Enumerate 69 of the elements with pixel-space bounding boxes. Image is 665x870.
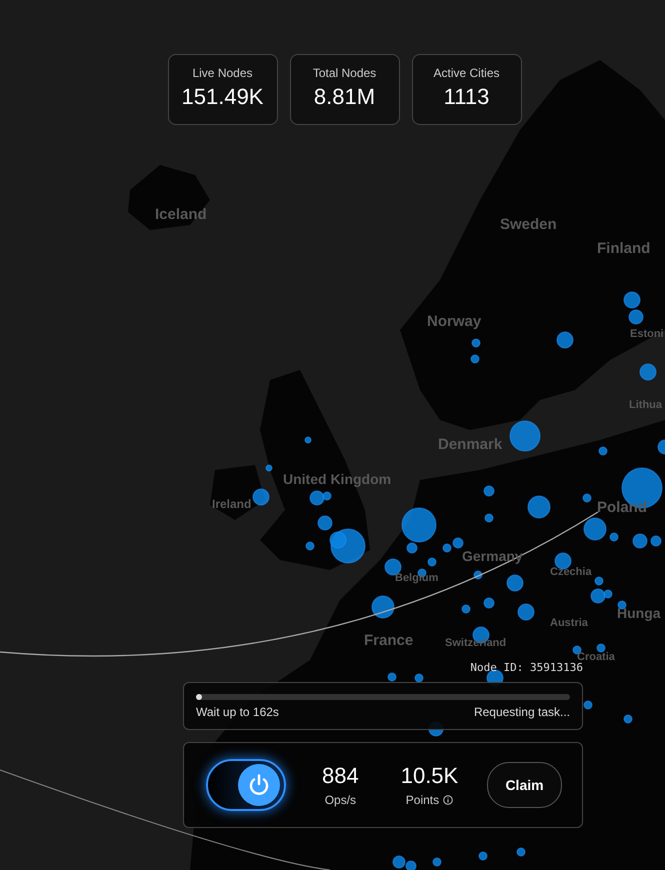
power-toggle[interactable] [206,759,286,811]
node-dot [610,532,618,542]
country-label: France [364,633,414,648]
node-dot [640,364,656,380]
node-dot [584,518,606,540]
wait-text: Wait up to 162s [196,705,279,719]
country-label: United Kingdom [283,472,392,486]
stat-label: Total Nodes [312,66,376,80]
node-dot [584,700,592,710]
node-dot [596,644,606,652]
country-label: Denmark [438,437,502,452]
stat-value: 8.81M [314,84,376,110]
node-dot [506,574,524,592]
country-label: Poland [597,500,648,515]
metric-label: Ops/s [324,793,356,807]
node-dot [462,604,470,614]
country-label: Hunga [617,606,661,620]
country-label: Sweden [500,217,557,232]
node-dot [442,544,452,552]
country-label: Germany [462,549,523,563]
task-status: Requesting task... [474,705,570,719]
node-dot [372,596,394,618]
node-dot [598,446,608,456]
node-dot [472,338,480,348]
node-dot [628,310,644,324]
metric-label: Points [406,793,440,807]
stat-label: Active Cities [433,66,500,80]
node-dot [252,488,270,506]
node-dot [432,858,442,866]
metric-value: 10.5K [400,763,458,789]
country-label: Norway [427,314,482,329]
node-dot [624,714,632,724]
node-dot [510,420,540,452]
country-label: Croatia [577,652,615,663]
country-label: Czechia [550,567,592,578]
node-dot [518,604,534,620]
stat-label: Live Nodes [192,66,253,80]
node-id: Node ID: 35913136 [470,661,583,674]
node-dot [470,354,480,364]
stat-value: 1113 [444,84,490,110]
node-dot [618,600,626,610]
node-dot [266,464,272,472]
node-dot [306,542,314,550]
country-label: Lithua [629,400,662,411]
node-dot [414,674,424,682]
country-label: Austria [550,618,588,629]
node-dot [478,852,488,860]
metric-value: 884 [322,763,359,789]
node-dot [304,436,312,444]
node-dot [582,494,592,502]
node-dot [528,496,550,518]
power-icon [247,773,271,797]
info-icon[interactable] [443,795,454,805]
node-dot [428,558,436,566]
country-label: Switzerland [445,638,506,649]
node-dot [388,672,396,682]
country-label: Ireland [212,498,252,510]
claim-button[interactable]: Claim [487,762,562,808]
country-label: Iceland [155,207,207,222]
node-dot [594,576,604,586]
stat-value: 151.49K [182,84,264,110]
node-dot [516,848,526,856]
country-label: Finland [597,241,650,256]
country-label: Estoni [630,329,664,340]
node-dot [484,514,494,522]
country-label: Belgium [395,573,438,584]
node-dot [556,332,574,348]
node-dot [624,292,640,308]
node-dot [632,534,648,548]
